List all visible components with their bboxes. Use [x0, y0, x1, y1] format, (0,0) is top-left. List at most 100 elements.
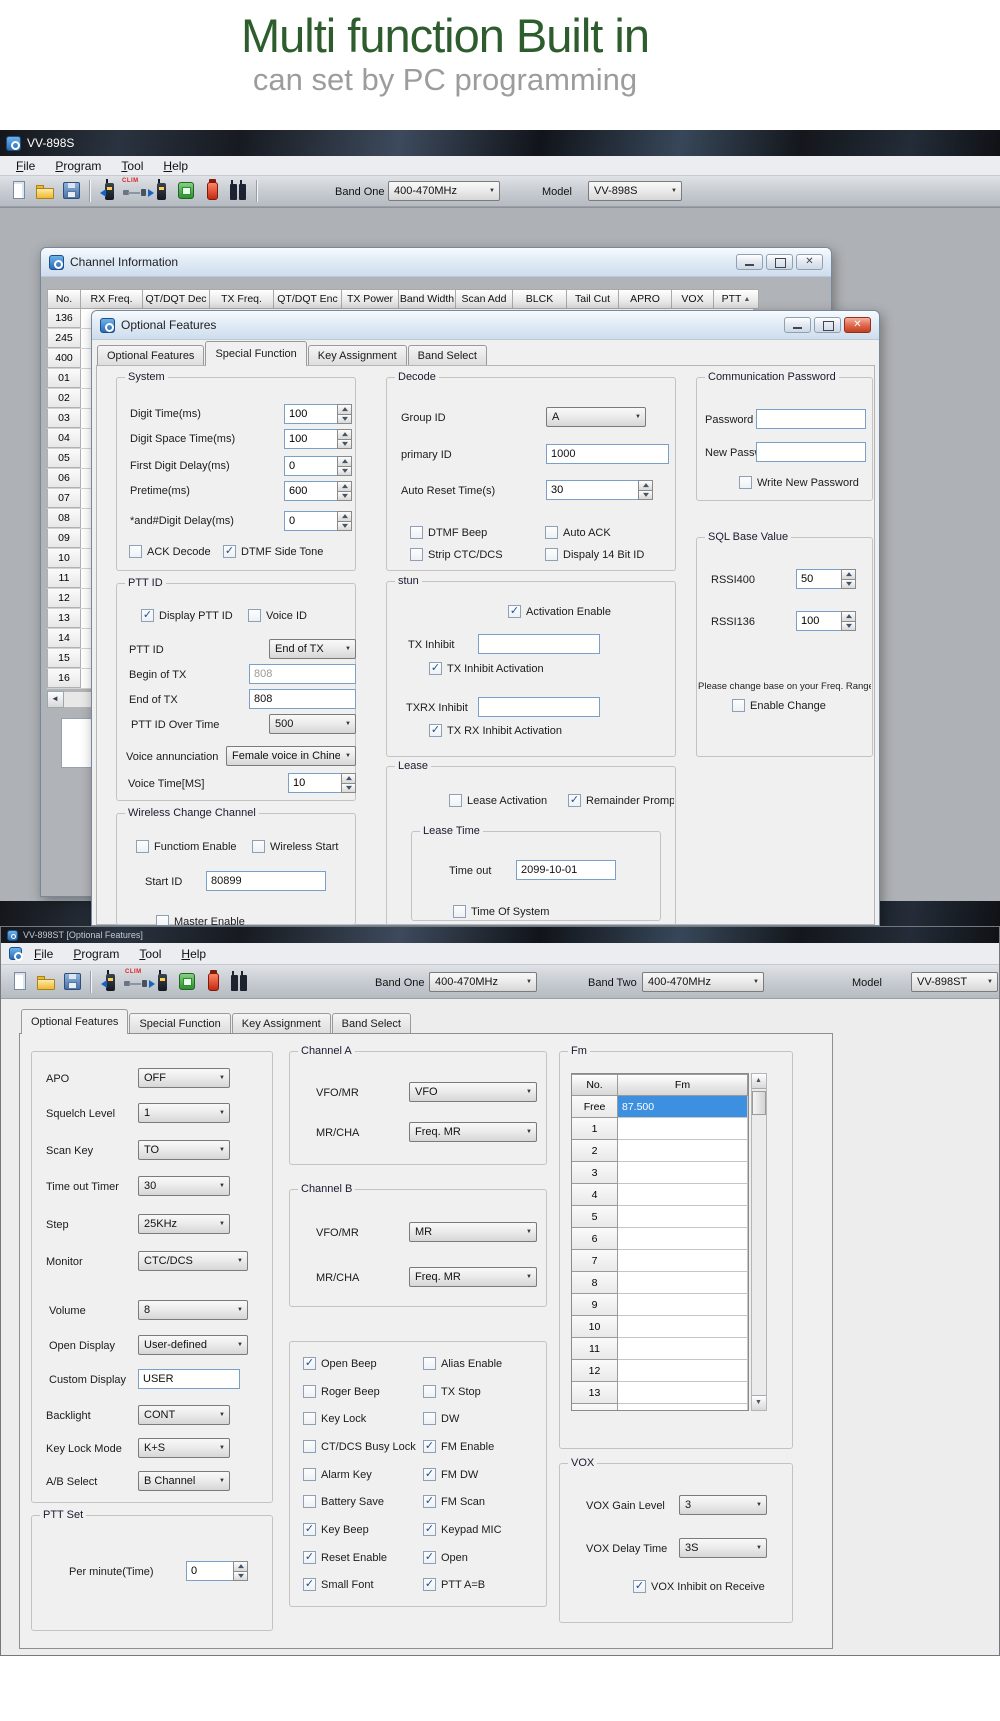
- channel-a-vfo-select[interactable]: VFO: [409, 1082, 537, 1102]
- rssi136-input[interactable]: 100: [796, 611, 856, 631]
- new-file-button[interactable]: [8, 970, 32, 994]
- star-digit-delay-input[interactable]: 0: [284, 511, 352, 531]
- step-select[interactable]: 25KHz: [138, 1214, 230, 1234]
- per-minute-input[interactable]: 0: [186, 1561, 248, 1581]
- tab-special-function[interactable]: Special Function: [129, 1013, 230, 1034]
- fm-row[interactable]: 13: [572, 1382, 748, 1404]
- dw-checkbox[interactable]: DW: [423, 1412, 459, 1425]
- squelch-level-select[interactable]: 1: [138, 1103, 230, 1123]
- menu-file[interactable]: File: [8, 158, 43, 174]
- vox-inhibit-checkbox[interactable]: VOX Inhibit on Receive: [633, 1580, 765, 1593]
- roger-beep-checkbox[interactable]: Roger Beep: [303, 1385, 380, 1398]
- voice-time-input[interactable]: 10: [288, 773, 356, 793]
- column-header[interactable]: BLCK: [513, 289, 567, 309]
- minimize-button[interactable]: [784, 317, 811, 333]
- fm-row[interactable]: 11: [572, 1338, 748, 1360]
- band-one-select[interactable]: 400-470MHz: [429, 972, 537, 992]
- fm-scrollbar[interactable]: [751, 1073, 767, 1411]
- activation-enable-checkbox[interactable]: Activation Enable: [508, 605, 611, 618]
- txrx-inhibit-field[interactable]: [478, 697, 600, 717]
- tab-optional-features[interactable]: Optional Features: [21, 1009, 128, 1034]
- pretime-input[interactable]: 600: [284, 481, 352, 501]
- emergency-button[interactable]: [201, 970, 225, 994]
- display-14bit-checkbox[interactable]: Dispaly 14 Bit ID: [545, 548, 644, 561]
- alias-enable-checkbox[interactable]: Alias Enable: [423, 1357, 502, 1370]
- vox-gain-select[interactable]: 3: [679, 1495, 767, 1515]
- ptt-id-over-time-select[interactable]: 500: [269, 714, 356, 734]
- lease-activation-checkbox[interactable]: Lease Activation: [449, 794, 547, 807]
- password-field[interactable]: [756, 409, 866, 429]
- remainder-prompt-checkbox[interactable]: Remainder Promp: [568, 794, 674, 807]
- enable-change-checkbox[interactable]: Enable Change: [732, 699, 826, 712]
- menu-tool[interactable]: Tool: [131, 946, 169, 962]
- apo-select[interactable]: OFF: [138, 1068, 230, 1088]
- radio-pair-button[interactable]: [227, 970, 251, 994]
- small-font-checkbox[interactable]: Small Font: [303, 1578, 374, 1591]
- keypad-mic-checkbox[interactable]: Keypad MIC: [423, 1523, 502, 1536]
- vox-delay-select[interactable]: 3S: [679, 1538, 767, 1558]
- emergency-button[interactable]: [200, 179, 224, 203]
- ptt-id-select[interactable]: End of TX: [269, 639, 356, 659]
- maximize-button[interactable]: [814, 317, 841, 333]
- scroll-left-icon[interactable]: [47, 691, 64, 708]
- close-button[interactable]: [844, 317, 871, 333]
- column-header[interactable]: QT/DQT Enc: [274, 289, 342, 309]
- column-header[interactable]: No.: [47, 289, 81, 309]
- column-header[interactable]: Scan Add: [456, 289, 513, 309]
- maximize-button[interactable]: [766, 254, 793, 270]
- column-header[interactable]: QT/DQT Dec: [143, 289, 210, 309]
- tx-inhibit-field[interactable]: [478, 634, 600, 654]
- read-from-radio-button[interactable]: [149, 970, 173, 994]
- function-enable-checkbox[interactable]: Functiom Enable: [136, 840, 237, 853]
- dtmf-side-tone-checkbox[interactable]: DTMF Side Tone: [223, 545, 323, 558]
- custom-display-field[interactable]: USER: [138, 1369, 240, 1389]
- voice-id-checkbox[interactable]: Voice ID: [248, 609, 307, 622]
- digit-space-input[interactable]: 100: [284, 429, 352, 449]
- group-id-select[interactable]: A: [546, 407, 646, 427]
- menu-file[interactable]: File: [26, 946, 61, 962]
- ack-decode-checkbox[interactable]: ACK Decode: [129, 545, 211, 558]
- auto-reset-input[interactable]: 30: [546, 480, 653, 500]
- key-beep-checkbox[interactable]: Key Beep: [303, 1523, 369, 1536]
- fm-table[interactable]: No.Fm Free87.500 1 2 3 4 5 6 7 8 9 10 11…: [571, 1073, 749, 1411]
- fm-enable-checkbox[interactable]: FM Enable: [423, 1440, 494, 1453]
- tab-key-assignment[interactable]: Key Assignment: [308, 345, 407, 366]
- alarm-key-checkbox[interactable]: Alarm Key: [303, 1468, 372, 1481]
- scroll-down-icon[interactable]: [752, 1395, 766, 1410]
- channel-b-vfo-select[interactable]: MR: [409, 1222, 537, 1242]
- fm-row[interactable]: 1: [572, 1118, 748, 1140]
- scan-key-select[interactable]: TO: [138, 1140, 230, 1160]
- open-file-button[interactable]: [34, 970, 58, 994]
- save-button[interactable]: [59, 179, 83, 203]
- column-header[interactable]: APRO: [619, 289, 672, 309]
- column-header[interactable]: TX Power: [342, 289, 399, 309]
- horizontal-scrollbar[interactable]: [47, 691, 94, 708]
- write-to-radio-button[interactable]: [96, 179, 120, 203]
- fm-row[interactable]: 2: [572, 1140, 748, 1162]
- tab-special-function[interactable]: Special Function: [205, 341, 306, 366]
- rssi400-input[interactable]: 50: [796, 569, 856, 589]
- key-lock-mode-select[interactable]: K+S: [138, 1438, 230, 1458]
- wireless-start-checkbox[interactable]: Wireless Start: [252, 840, 338, 853]
- open-display-select[interactable]: User-defined: [138, 1335, 248, 1355]
- memory-button[interactable]: [174, 179, 198, 203]
- open-beep-checkbox[interactable]: Open Beep: [303, 1357, 377, 1370]
- fm-scan-checkbox[interactable]: FM Scan: [423, 1495, 485, 1508]
- tab-band-select[interactable]: Band Select: [408, 345, 487, 366]
- backlight-select[interactable]: CONT: [138, 1405, 230, 1425]
- band-one-select[interactable]: 400-470MHz: [388, 181, 500, 201]
- monitor-select[interactable]: CTC/DCS: [138, 1251, 248, 1271]
- start-id-field[interactable]: 80899: [206, 871, 326, 891]
- volume-select[interactable]: 8: [138, 1300, 248, 1320]
- digit-time-input[interactable]: 100: [284, 404, 352, 424]
- band-two-select[interactable]: 400-470MHz: [642, 972, 764, 992]
- column-header[interactable]: RX Freq.: [81, 289, 143, 309]
- display-ptt-id-checkbox[interactable]: Display PTT ID: [141, 609, 233, 622]
- tab-band-select[interactable]: Band Select: [332, 1013, 411, 1034]
- time-of-system-checkbox[interactable]: Time Of System: [453, 905, 549, 918]
- channel-b-mr-select[interactable]: Freq. MR: [409, 1267, 537, 1287]
- close-button[interactable]: [796, 254, 823, 270]
- first-digit-delay-input[interactable]: 0: [284, 456, 352, 476]
- column-header-ptt[interactable]: PTT: [714, 289, 759, 309]
- scrollbar-thumb[interactable]: [752, 1091, 766, 1115]
